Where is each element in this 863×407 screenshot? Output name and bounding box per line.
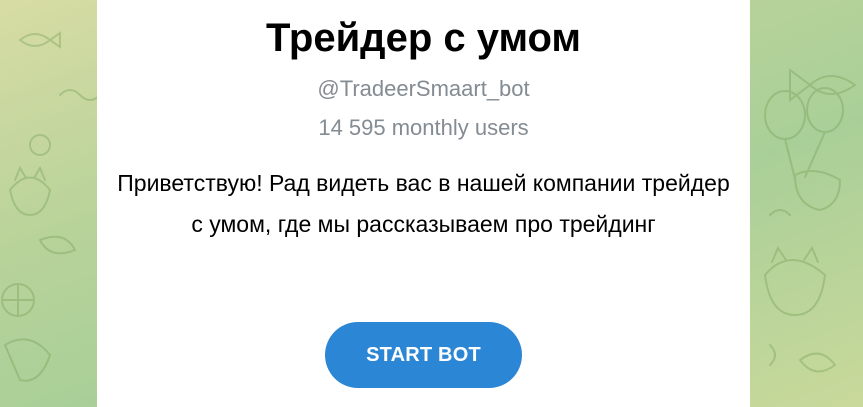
bot-preview-card: Трейдер с умом @TradeerSmaart_bot 14 595…: [97, 0, 750, 407]
fish-icon: [789, 68, 857, 102]
cat-icon: [8, 165, 52, 217]
fish-icon: [18, 31, 61, 49]
cat-icon: [763, 245, 827, 317]
bot-title: Трейдер с умом: [266, 16, 581, 60]
start-bot-button[interactable]: START BOT: [325, 322, 522, 388]
leaf-icon: [38, 235, 77, 255]
balloon-icon: [764, 90, 806, 140]
ball-icon: [29, 134, 51, 156]
leaf-icon: [798, 352, 837, 373]
bot-username: @TradeerSmaart_bot: [317, 76, 530, 101]
bot-description: Приветствую! Рад видеть вас в нашей комп…: [117, 170, 730, 237]
monthly-users-count: 14 595 monthly users: [318, 115, 529, 140]
cat-icon: [3, 338, 52, 382]
balloon-icon: [806, 87, 844, 133]
cat-icon: [793, 170, 842, 212]
